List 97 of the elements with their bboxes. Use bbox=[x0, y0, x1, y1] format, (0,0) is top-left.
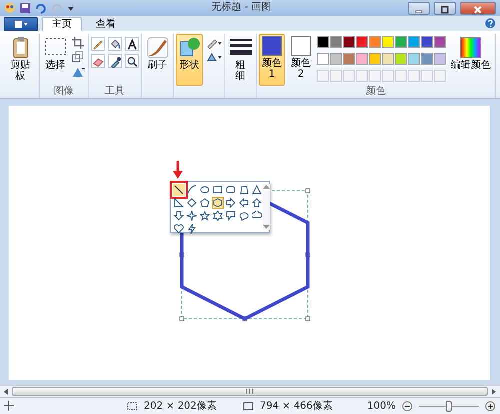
zoom-out-button[interactable] bbox=[402, 400, 413, 412]
shape-option[interactable] bbox=[186, 184, 198, 196]
annotation-arrow bbox=[173, 161, 183, 179]
grip-icon[interactable] bbox=[246, 389, 254, 394]
shape-option[interactable] bbox=[199, 184, 211, 196]
palette-color[interactable] bbox=[356, 36, 368, 48]
shape-option[interactable] bbox=[251, 184, 263, 196]
scroll-up-icon[interactable] bbox=[263, 184, 270, 189]
zoom-level: 100% bbox=[367, 400, 396, 414]
maximize-icon bbox=[441, 6, 449, 14]
maximize-button[interactable] bbox=[434, 2, 456, 14]
group-label: 颜色 bbox=[365, 86, 387, 98]
shape-option[interactable] bbox=[225, 184, 237, 196]
shape-option[interactable] bbox=[238, 184, 250, 196]
fill-icon[interactable] bbox=[206, 51, 222, 63]
paint-app-icon[interactable] bbox=[4, 2, 16, 14]
color-spectrum-icon bbox=[459, 36, 483, 60]
palette-color[interactable] bbox=[317, 36, 329, 48]
shape-option[interactable] bbox=[173, 210, 185, 222]
shape-option[interactable] bbox=[212, 184, 224, 196]
palette-color[interactable] bbox=[369, 36, 381, 48]
palette-color[interactable] bbox=[317, 53, 329, 65]
scroll-down-icon[interactable] bbox=[263, 225, 270, 230]
palette-color[interactable] bbox=[330, 53, 342, 65]
palette-color[interactable] bbox=[343, 53, 355, 65]
shape-option[interactable] bbox=[238, 197, 250, 209]
zoom-in-button[interactable] bbox=[485, 400, 496, 412]
window-title: 无标题 - 画图 bbox=[210, 0, 272, 15]
palette-color[interactable] bbox=[421, 36, 433, 48]
color-selector[interactable]: 颜色 2 bbox=[288, 34, 314, 86]
scroll-left-icon[interactable] bbox=[3, 388, 9, 394]
brush-button[interactable]: 刷子 bbox=[144, 34, 171, 86]
gallery-scrollbar[interactable] bbox=[263, 184, 270, 230]
color-picker-tool[interactable] bbox=[108, 54, 122, 68]
shape-option[interactable] bbox=[212, 197, 224, 209]
brush-icon bbox=[146, 36, 170, 60]
palette-color[interactable] bbox=[408, 53, 420, 65]
palette-color[interactable] bbox=[369, 53, 381, 65]
save-icon[interactable] bbox=[20, 2, 31, 14]
file-menu-icon bbox=[14, 20, 28, 28]
shapes-button[interactable]: 形状 bbox=[176, 34, 203, 86]
text-tool[interactable] bbox=[125, 37, 139, 51]
shape-option[interactable] bbox=[173, 184, 185, 196]
palette-color[interactable] bbox=[343, 36, 355, 48]
shape-option[interactable] bbox=[225, 197, 237, 209]
fill-tool[interactable] bbox=[108, 37, 122, 51]
palette-color[interactable] bbox=[382, 36, 394, 48]
palette-color[interactable] bbox=[356, 53, 368, 65]
dropdown-icon[interactable] bbox=[67, 4, 75, 12]
close-icon bbox=[474, 6, 482, 14]
resize-icon[interactable] bbox=[72, 51, 84, 63]
cursor-position-icon bbox=[4, 401, 14, 411]
shape-option[interactable] bbox=[173, 223, 185, 235]
shape-option[interactable] bbox=[173, 197, 185, 209]
crop-icon[interactable] bbox=[72, 36, 84, 48]
shape-option[interactable] bbox=[186, 197, 198, 209]
group-label: 图像 bbox=[53, 86, 75, 98]
undo-icon[interactable] bbox=[35, 2, 47, 14]
color-selector[interactable]: 颜色 1 bbox=[259, 34, 285, 86]
palette-color[interactable] bbox=[395, 36, 407, 48]
horizontal-scrollbar[interactable] bbox=[0, 385, 500, 397]
palette-color[interactable] bbox=[434, 53, 446, 65]
shape-option[interactable] bbox=[186, 210, 198, 222]
palette-color[interactable] bbox=[395, 53, 407, 65]
canvas-size-icon bbox=[242, 401, 254, 411]
selection-size-icon bbox=[126, 401, 138, 411]
scroll-right-icon[interactable] bbox=[491, 388, 497, 394]
zoom-slider[interactable] bbox=[419, 400, 479, 412]
palette-color[interactable] bbox=[382, 53, 394, 65]
palette-color[interactable] bbox=[434, 36, 446, 48]
ribbon-tab[interactable]: 查看 bbox=[86, 17, 126, 31]
palette-color[interactable] bbox=[408, 36, 420, 48]
canvas-size: 794 × 466像素 bbox=[260, 400, 333, 414]
palette-color[interactable] bbox=[330, 36, 342, 48]
ribbon-tab[interactable]: 主页 bbox=[42, 17, 82, 31]
clipboard-button[interactable]: 剪贴板 bbox=[4, 34, 37, 86]
magnifier-tool[interactable] bbox=[125, 54, 139, 68]
help-icon[interactable] bbox=[485, 18, 496, 29]
shape-option[interactable] bbox=[199, 197, 211, 209]
eraser-tool[interactable] bbox=[91, 54, 105, 68]
group-label: 工具 bbox=[104, 86, 126, 98]
select-button[interactable]: 选择 bbox=[42, 34, 69, 86]
shape-option[interactable] bbox=[212, 210, 224, 222]
selection-size: 202 × 202像素 bbox=[144, 400, 218, 414]
edit-colors-button[interactable]: 编辑颜色 bbox=[449, 34, 493, 86]
shape-option[interactable] bbox=[225, 210, 237, 222]
pencil-tool[interactable] bbox=[91, 37, 105, 51]
file-menu-button[interactable] bbox=[4, 17, 38, 31]
line-width-button[interactable]: 粗细 bbox=[227, 34, 254, 86]
close-button[interactable] bbox=[460, 2, 496, 14]
slider-thumb[interactable] bbox=[446, 400, 452, 412]
shape-option[interactable] bbox=[199, 210, 211, 222]
palette-color[interactable] bbox=[421, 53, 433, 65]
shape-option[interactable] bbox=[186, 223, 198, 235]
rotate-icon[interactable] bbox=[72, 66, 86, 78]
shape-option[interactable] bbox=[238, 210, 250, 222]
shape-option[interactable] bbox=[251, 197, 263, 209]
